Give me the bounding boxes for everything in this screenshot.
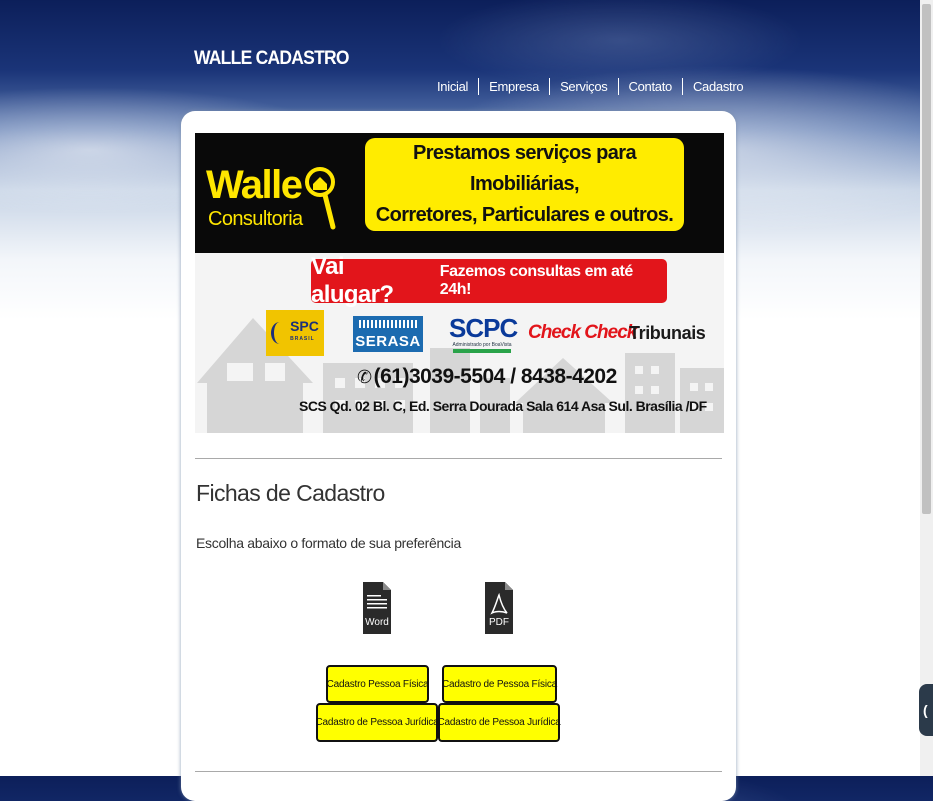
page-heading: Fichas de Cadastro: [196, 480, 385, 506]
serasa-bars-icon: [359, 320, 417, 328]
divider-bottom: [195, 771, 722, 772]
logo-sub: Consultoria: [208, 208, 303, 230]
scpc-logo: SCPC Administrado por BoaVista: [449, 314, 518, 356]
headline-line-2: Corretores, Particulares e outros.: [375, 204, 674, 226]
divider-top: [195, 458, 722, 459]
main-nav: Inicial Empresa Serviços Contato Cadastr…: [427, 78, 753, 95]
tribunais-logo: Tribunais: [629, 323, 706, 343]
nav-empresa[interactable]: Empresa: [478, 78, 549, 95]
spc-swirl-icon: [271, 322, 288, 344]
banner-header: Walle Consultoria Prestamos serviços par…: [195, 133, 724, 253]
promo-big: Vai alugar?: [311, 253, 394, 308]
logo-name: Walle: [206, 163, 303, 207]
phone-icon: ✆: [357, 367, 372, 387]
serasa-logo: SERASA: [353, 316, 423, 352]
banner-phone: ✆(61)3039-5504 / 8438-4202: [357, 365, 617, 388]
pdf-pessoa-fisica-button[interactable]: Cadastro de Pessoa Física: [442, 665, 557, 703]
pdf-label: PDF: [489, 617, 509, 628]
side-chat-tab[interactable]: (: [919, 684, 933, 736]
pdf-pessoa-juridica-button[interactable]: Cadastro de Pessoa Jurídica: [438, 703, 561, 742]
promo-banner: Vai alugar? Fazemos consultas em até 24h…: [311, 253, 667, 308]
banner-address: SCS Qd. 02 Bl. C, Ed. Serra Dourada Sala…: [299, 398, 707, 414]
check-check-logo: Check Check: [528, 322, 637, 343]
scrollbar-thumb[interactable]: [922, 4, 931, 514]
nav-servicos[interactable]: Serviços: [549, 78, 617, 95]
banner-image: Walle Consultoria Prestamos serviços par…: [195, 133, 724, 433]
intro-text: Escolha abaixo o formato de sua preferên…: [196, 535, 461, 551]
magnifier-icon: [305, 167, 336, 230]
services-callout: Prestamos serviços para Imobiliárias, Co…: [365, 138, 684, 231]
word-pessoa-fisica-button[interactable]: Cadastro Pessoa Física: [326, 665, 429, 703]
nav-cadastro[interactable]: Cadastro: [681, 78, 753, 95]
nav-inicial[interactable]: Inicial: [427, 78, 478, 95]
spc-logo: SPC BRASIL: [266, 310, 324, 356]
promo-small: Fazemos consultas em até 24h!: [439, 263, 634, 298]
site-title: WALLE CADASTRO: [194, 48, 350, 69]
headline-line-1: Prestamos serviços para Imobiliárias,: [412, 142, 637, 195]
page-scrollbar[interactable]: [920, 0, 933, 776]
word-pessoa-juridica-button[interactable]: Cadastro de Pessoa Jurídica: [316, 703, 439, 742]
nav-contato[interactable]: Contato: [617, 78, 682, 95]
